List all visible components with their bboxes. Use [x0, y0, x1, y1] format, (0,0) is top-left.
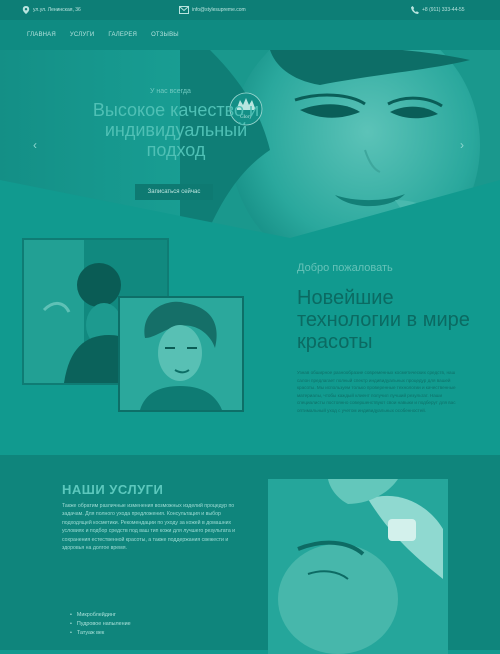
- top-info-bar: ул.ул. Ленинская, 36 info@stylesupreme.c…: [0, 0, 500, 20]
- procedure-photo: [268, 479, 448, 654]
- nav-item-services[interactable]: УСЛУГИ: [70, 32, 94, 38]
- next-slide-arrow[interactable]: ›: [460, 138, 464, 152]
- list-item: Пудровое напыление: [70, 620, 131, 629]
- welcome-label: Добро пожаловать: [297, 262, 393, 274]
- salon-photo-2: [118, 296, 244, 412]
- location-pin-icon: [22, 6, 30, 14]
- services-heading: НАШИ УСЛУГИ: [62, 482, 164, 497]
- hero-headline: Высокое качество и индивидуальный подход: [92, 100, 260, 160]
- email-item[interactable]: info@stylesupreme.com: [179, 0, 246, 20]
- services-paragraph: Также обратим различные изменения возмож…: [62, 503, 236, 552]
- address-text: ул.ул. Ленинская, 36: [33, 7, 81, 13]
- nav-item-home[interactable]: ГЛАВНАЯ: [27, 32, 56, 38]
- nav-item-gallery[interactable]: ГАЛЕРЕЯ: [108, 32, 137, 38]
- phone-item[interactable]: +8 (911) 333-44-55: [411, 0, 465, 20]
- main-nav: ГЛАВНАЯ УСЛУГИ ГАЛЕРЕЯ ОТЗЫВЫ: [0, 20, 500, 50]
- welcome-title: Новейшие технологии в мире красоты: [297, 287, 470, 353]
- phone-icon: [411, 6, 419, 14]
- address-item: ул.ул. Ленинская, 36: [22, 0, 81, 20]
- list-item: Татуаж век: [70, 629, 131, 638]
- prev-slide-arrow[interactable]: ‹: [33, 138, 37, 152]
- nav-item-reviews[interactable]: ОТЗЫВЫ: [151, 32, 179, 38]
- list-item: Микроблейдинг: [70, 611, 131, 620]
- mail-icon: [179, 6, 189, 14]
- phone-text[interactable]: +8 (911) 333-44-55: [422, 7, 465, 13]
- hero-bottom-chevron: [0, 180, 500, 240]
- services-section: НАШИ УСЛУГИ Также обратим различные изме…: [0, 455, 500, 654]
- services-list: Микроблейдинг Пудровое напыление Татуаж …: [70, 611, 131, 638]
- nav-menu: ГЛАВНАЯ УСЛУГИ ГАЛЕРЕЯ ОТЗЫВЫ: [27, 20, 179, 50]
- email-text[interactable]: info@stylesupreme.com: [192, 7, 246, 13]
- welcome-paragraph: Узнав обширное разнообразие современных …: [297, 370, 456, 413]
- hero-kicker: У нас всегда: [150, 88, 191, 95]
